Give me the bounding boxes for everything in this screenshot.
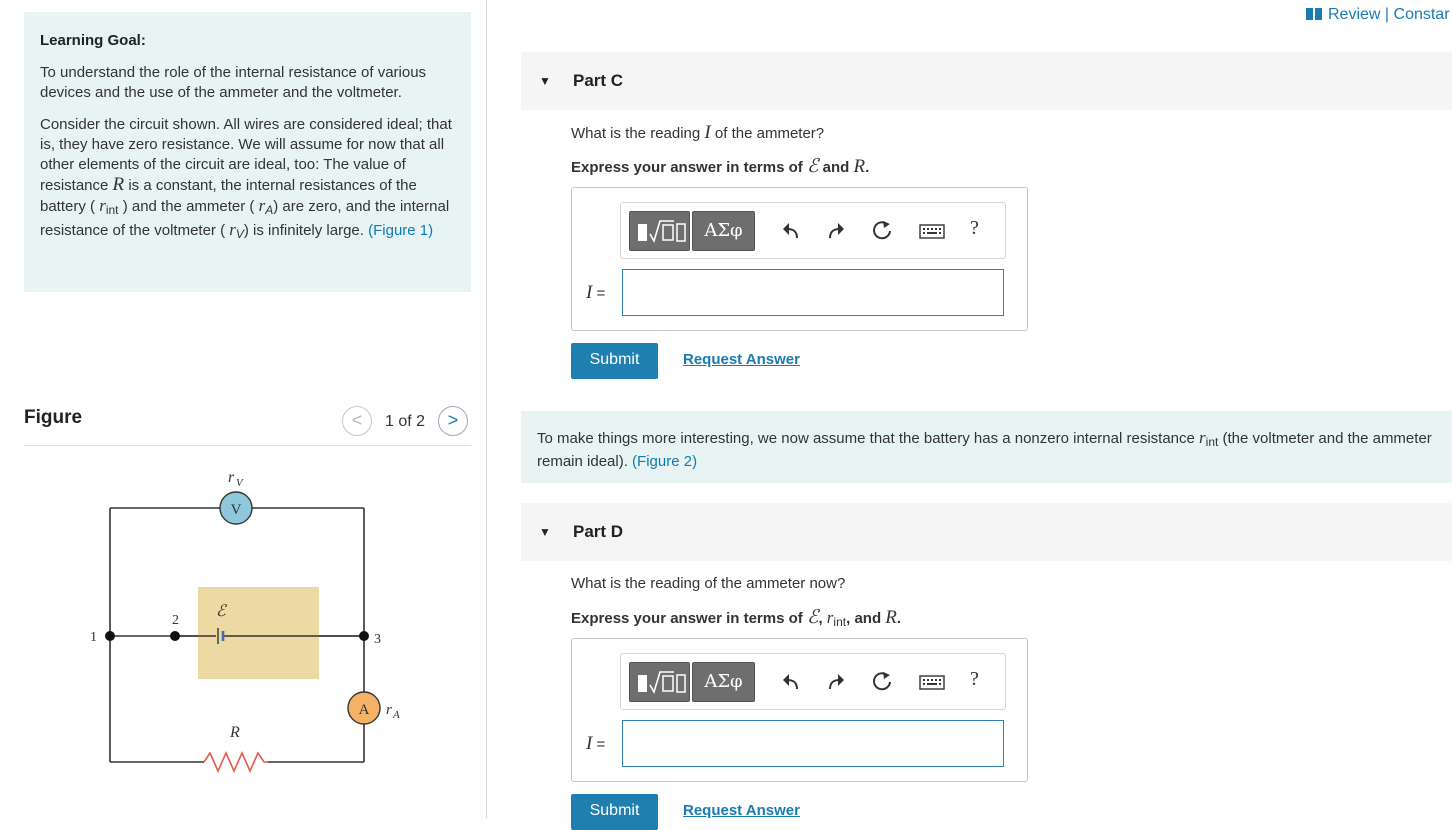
- caret-down-icon[interactable]: ▼: [539, 525, 551, 539]
- review-constants-link[interactable]: Review | Constar: [1306, 6, 1450, 24]
- figure-counter: 1 of 2: [385, 413, 426, 430]
- figure-header: Figure < 1 of 2 >: [24, 404, 471, 446]
- part-d-title: Part D: [573, 522, 624, 541]
- undo-icon[interactable]: [779, 219, 803, 243]
- part-d-intro: To make things more interesting, we now …: [521, 411, 1452, 483]
- battery-box: [198, 587, 319, 679]
- part-c-answer-box: ΑΣφ ? I =: [571, 187, 1028, 331]
- node-3-label: 3: [374, 632, 381, 647]
- part-c-submit-button[interactable]: Submit: [571, 343, 658, 379]
- learning-goal-description: Consider the circuit shown. All wires ar…: [40, 116, 452, 241]
- learning-goal-panel: Learning Goal: To understand the role of…: [24, 12, 471, 292]
- node-1-label: 1: [90, 630, 97, 645]
- node-2-label: 2: [172, 613, 179, 628]
- reset-icon[interactable]: [871, 219, 895, 243]
- part-c-question: What is the reading I of the ammeter?: [571, 122, 825, 143]
- part-d-request-answer-link[interactable]: Request Answer: [683, 802, 800, 819]
- part-d-submit-button[interactable]: Submit: [571, 794, 658, 830]
- panel-divider: [486, 0, 487, 818]
- keyboard-icon[interactable]: [919, 670, 945, 694]
- caret-down-icon[interactable]: ▼: [539, 74, 551, 88]
- part-c-math-toolbar: ΑΣφ ?: [620, 202, 1006, 259]
- rV-subscript: V: [236, 477, 244, 489]
- part-c-instructions: Express your answer in terms of ℰ and R.: [571, 156, 870, 177]
- part-d-answer-label: I =: [586, 733, 606, 754]
- part-c-answer-input[interactable]: [622, 269, 1004, 316]
- part-d-answer-input[interactable]: [622, 720, 1004, 767]
- learning-goal-intro: To understand the role of the internal r…: [40, 64, 427, 101]
- resistor-label: R: [229, 724, 240, 741]
- voltmeter-symbol: V: [231, 502, 242, 518]
- figure-next-button[interactable]: >: [438, 406, 468, 436]
- part-d-answer-box: ΑΣφ ? I =: [571, 638, 1028, 782]
- template-icon[interactable]: [629, 211, 690, 251]
- node-3-dot: [359, 631, 369, 641]
- help-icon[interactable]: ?: [970, 217, 979, 240]
- template-icon[interactable]: [629, 662, 690, 702]
- part-c-request-answer-link[interactable]: Request Answer: [683, 351, 800, 368]
- reset-icon[interactable]: [871, 670, 895, 694]
- rA-label: r: [386, 702, 392, 718]
- part-c-title: Part C: [573, 71, 624, 90]
- node-2-dot: [170, 631, 180, 641]
- learning-goal-title: Learning Goal:: [40, 32, 146, 49]
- part-c-answer-label: I =: [586, 282, 606, 303]
- keyboard-icon[interactable]: [919, 219, 945, 243]
- part-d-instructions: Express your answer in terms of ℰ, rint,…: [571, 607, 902, 629]
- redo-icon[interactable]: [824, 670, 848, 694]
- figure-title: Figure: [24, 407, 83, 428]
- rA-subscript: A: [392, 709, 400, 721]
- greek-symbols-button[interactable]: ΑΣφ: [692, 211, 755, 251]
- part-d-math-toolbar: ΑΣφ ?: [620, 653, 1006, 710]
- node-1-dot: [105, 631, 115, 641]
- figure-1-link[interactable]: (Figure 1): [368, 222, 433, 239]
- resistor-icon: [203, 751, 268, 773]
- figure-2-link[interactable]: (Figure 2): [632, 453, 697, 470]
- redo-icon[interactable]: [824, 219, 848, 243]
- undo-icon[interactable]: [779, 670, 803, 694]
- greek-symbols-button[interactable]: ΑΣφ: [692, 662, 755, 702]
- part-d-header[interactable]: ▼ Part D: [521, 503, 1452, 561]
- ammeter-symbol: A: [359, 702, 370, 718]
- circuit-diagram: ℰ 1 2 3 V r V A r A R: [90, 469, 400, 773]
- rV-label: r: [228, 469, 235, 486]
- part-c-header[interactable]: ▼ Part C: [521, 52, 1452, 110]
- help-icon[interactable]: ?: [970, 668, 979, 691]
- part-d-question: What is the reading of the ammeter now?: [571, 575, 846, 592]
- figure-prev-button[interactable]: <: [342, 406, 372, 436]
- book-icon: [1306, 8, 1322, 20]
